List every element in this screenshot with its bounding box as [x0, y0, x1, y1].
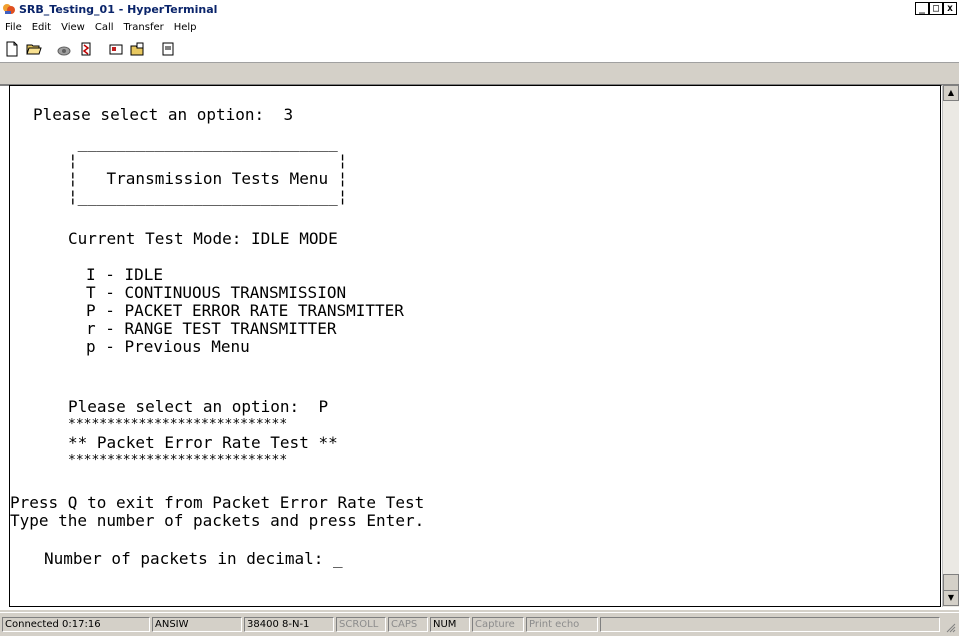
minimize-button[interactable]: _	[915, 2, 929, 15]
menu-edit[interactable]: Edit	[27, 22, 56, 33]
status-scroll: SCROLL	[336, 617, 386, 632]
disconnect-icon[interactable]	[76, 39, 96, 59]
menu-help[interactable]: Help	[169, 22, 202, 33]
new-connection-icon[interactable]	[2, 39, 22, 59]
close-button[interactable]: x	[943, 2, 957, 15]
status-caps: CAPS	[388, 617, 428, 632]
status-num: NUM	[430, 617, 470, 632]
open-icon[interactable]	[24, 39, 44, 59]
dial-icon[interactable]	[54, 39, 74, 59]
menu-transfer[interactable]: Transfer	[119, 22, 169, 33]
packet-count-prompt: Number of packets in decimal: _	[44, 549, 343, 568]
terminal-line: ** Packet Error Rate Test **	[68, 433, 338, 452]
terminal-line: ****************************	[68, 417, 288, 432]
terminal-line: Please select an option: 3	[33, 105, 294, 124]
menu-option: r - RANGE TEST TRANSMITTER	[86, 319, 337, 338]
status-connected: Connected 0:17:16	[2, 617, 150, 632]
menu-view[interactable]: View	[56, 22, 90, 33]
maximize-button[interactable]: □	[929, 2, 943, 15]
status-blank	[600, 617, 940, 632]
terminal-line: Please select an option: P	[68, 397, 329, 416]
hyperterminal-app-icon[interactable]	[2, 2, 16, 16]
terminal-line: ___________________________	[68, 133, 338, 152]
receive-icon[interactable]	[128, 39, 148, 59]
menu-bar: File Edit View Call Transfer Help	[0, 18, 959, 36]
status-capture: Capture	[472, 617, 524, 632]
scroll-up-arrow-icon[interactable]: ▲	[943, 85, 959, 101]
terminal-line: Type the number of packets and press Ent…	[10, 511, 425, 530]
menu-file[interactable]: File	[0, 22, 27, 33]
toolbar	[0, 36, 959, 63]
window-title: SRB_Testing_01 - HyperTerminal	[19, 2, 218, 16]
status-print-echo: Print echo	[526, 617, 598, 632]
title-bar: SRB_Testing_01 - HyperTerminal _ □ x	[0, 0, 959, 18]
terminal-line: ¦ ¦	[68, 151, 348, 170]
menu-box-title: ¦ Transmission Tests Menu ¦	[68, 169, 348, 188]
menu-option: T - CONTINUOUS TRANSMISSION	[86, 283, 347, 302]
scroll-down-arrow-icon[interactable]: ▼	[943, 590, 959, 606]
terminal-line: ****************************	[68, 453, 288, 468]
terminal-line: ¦___________________________¦	[68, 187, 348, 206]
menu-option: P - PACKET ERROR RATE TRANSMITTER	[86, 301, 404, 320]
terminal-line: Press Q to exit from Packet Error Rate T…	[10, 493, 425, 512]
terminal-screen[interactable]: Please select an option: 3 _____________…	[9, 85, 941, 607]
send-icon[interactable]	[106, 39, 126, 59]
properties-icon[interactable]	[158, 39, 178, 59]
resize-grip-icon[interactable]	[946, 623, 956, 633]
status-bar: Connected 0:17:16 ANSIW 38400 8-N-1 SCRO…	[0, 612, 959, 636]
status-port: 38400 8-N-1	[244, 617, 334, 632]
scrollbar-thumb[interactable]	[943, 574, 959, 591]
current-test-mode: Current Test Mode: IDLE MODE	[68, 229, 338, 248]
menu-option: p - Previous Menu	[86, 337, 250, 356]
menu-option: I - IDLE	[86, 265, 164, 284]
menu-call[interactable]: Call	[90, 22, 119, 33]
status-emulation: ANSIW	[152, 617, 242, 632]
vertical-scrollbar[interactable]: ▲ ▼	[942, 85, 959, 607]
